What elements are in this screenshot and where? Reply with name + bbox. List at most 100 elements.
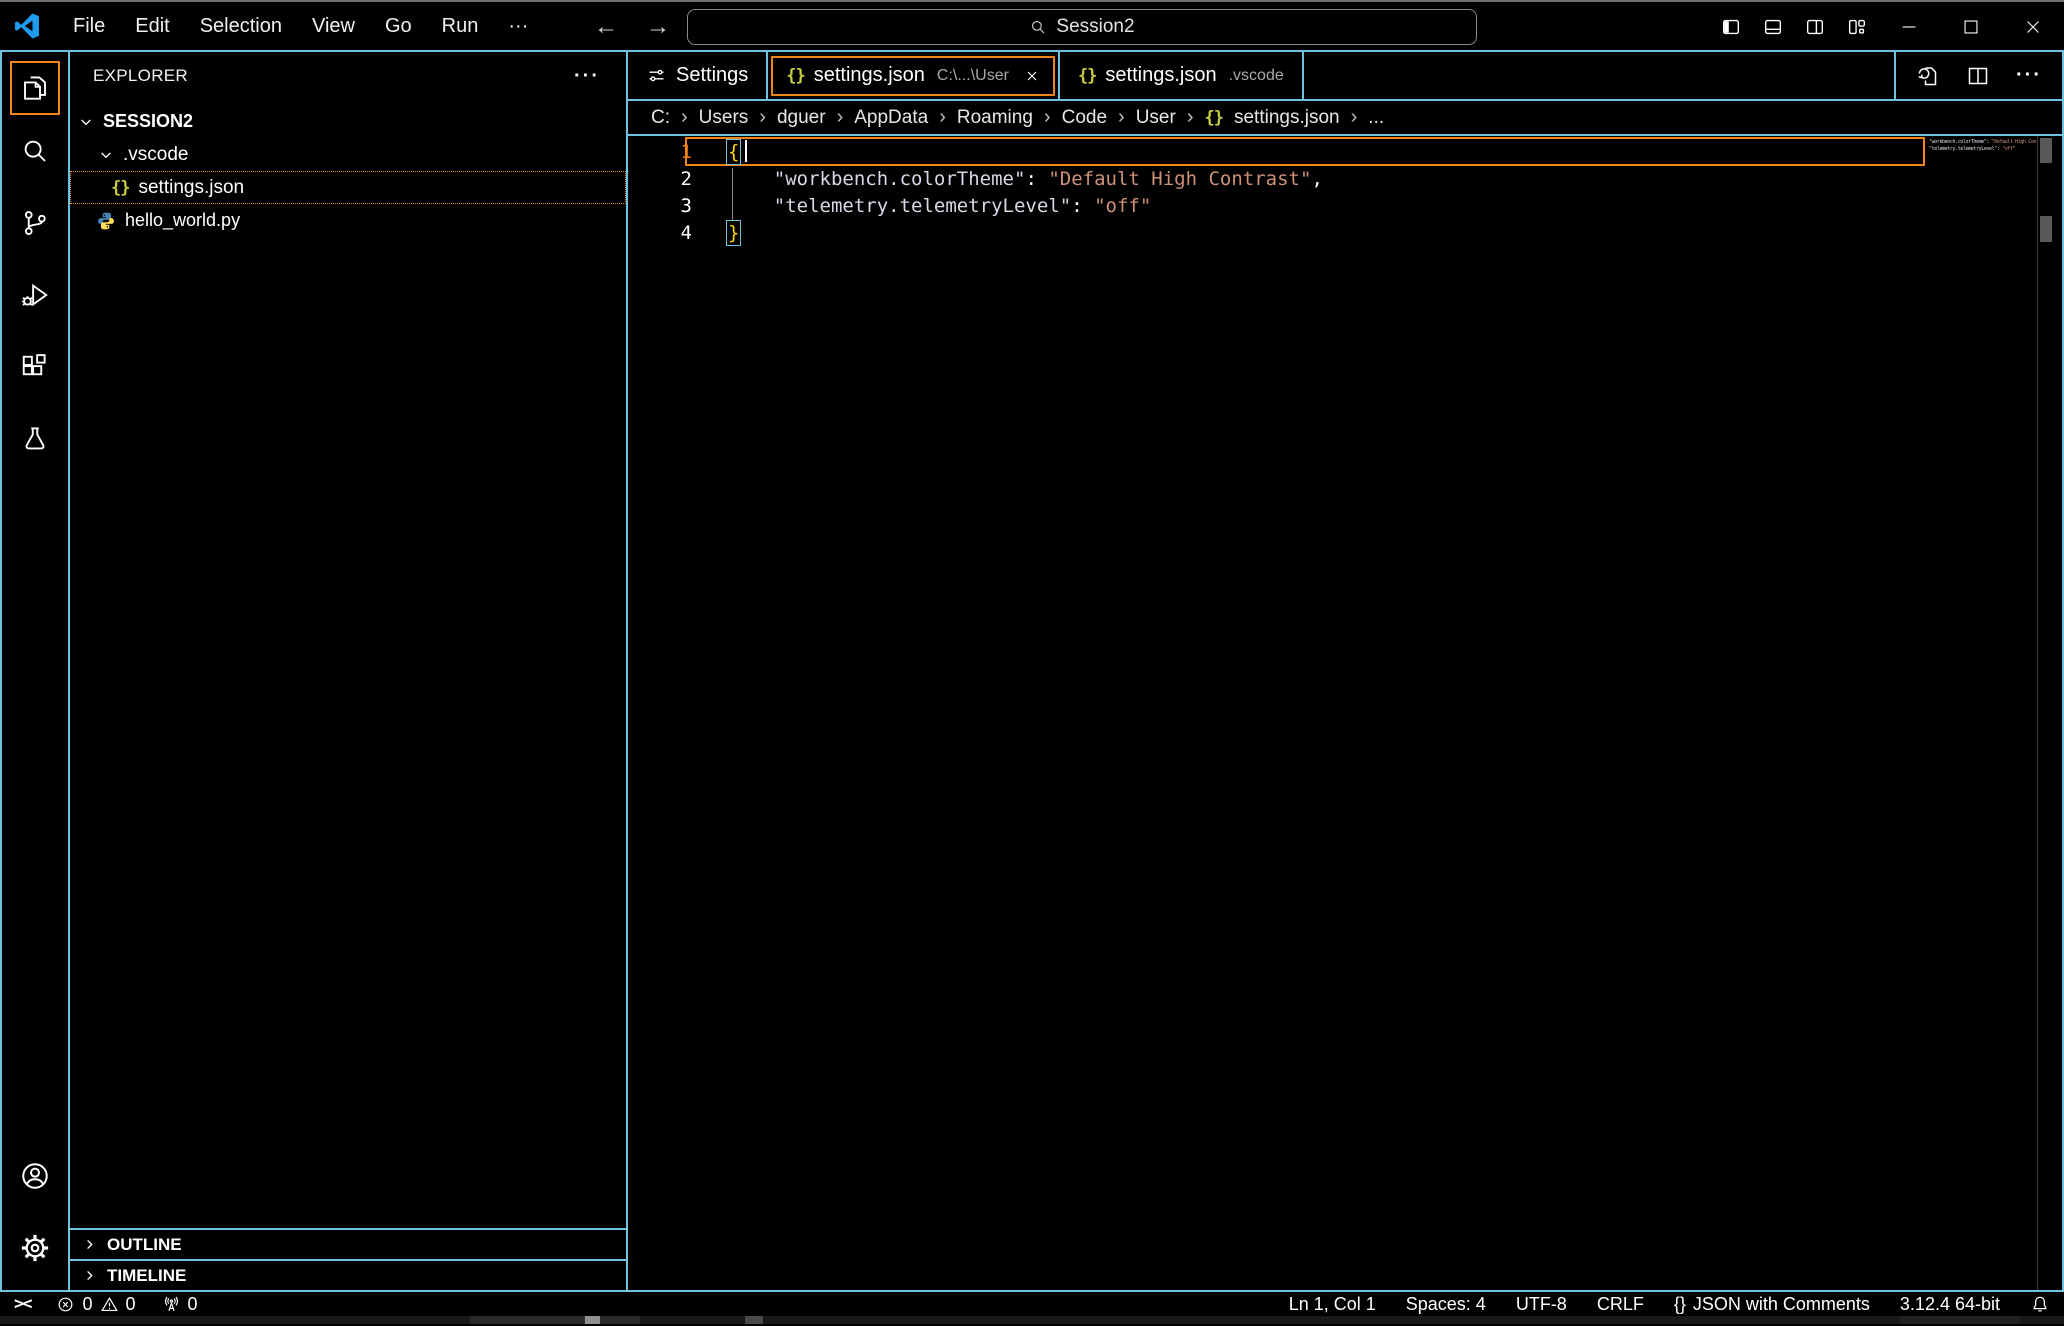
timeline-section-header[interactable]: TIMELINE bbox=[70, 1259, 626, 1290]
tab-settings-json-vscode[interactable]: {} settings.json .vscode bbox=[1060, 52, 1304, 99]
scrollbar-thumb[interactable] bbox=[2040, 138, 2052, 163]
open-changes-button[interactable] bbox=[1916, 64, 1940, 88]
activity-testing-button[interactable] bbox=[2, 403, 68, 475]
command-center-search[interactable]: Session2 bbox=[687, 9, 1477, 45]
eol-button[interactable]: CRLF bbox=[1597, 1294, 1644, 1315]
sidebar-title: EXPLORER bbox=[93, 66, 188, 86]
close-brace-token: } bbox=[728, 222, 739, 244]
cursor-position-button[interactable]: Ln 1, Col 1 bbox=[1289, 1294, 1376, 1315]
warning-count: 0 bbox=[126, 1294, 136, 1315]
notifications-bell-button[interactable] bbox=[2030, 1294, 2050, 1314]
encoding-button[interactable]: UTF-8 bbox=[1516, 1294, 1567, 1315]
manage-settings-button[interactable] bbox=[2, 1212, 68, 1284]
close-window-button[interactable] bbox=[2002, 2, 2064, 52]
beaker-icon bbox=[20, 424, 50, 454]
title-bar: File Edit Selection View Go Run ··· ← → … bbox=[0, 2, 2064, 52]
files-icon bbox=[20, 73, 50, 103]
json-braces-icon: {} bbox=[1674, 1294, 1686, 1315]
toggle-panel-button[interactable] bbox=[1752, 2, 1794, 52]
tree-item-vscode-folder[interactable]: .vscode bbox=[70, 138, 626, 171]
breadcrumb-item[interactable]: Roaming bbox=[957, 107, 1033, 129]
back-button[interactable]: ← bbox=[594, 13, 618, 41]
section-label: TIMELINE bbox=[107, 1266, 186, 1286]
language-mode-button[interactable]: {} JSON with Comments bbox=[1674, 1294, 1870, 1315]
breadcrumb-separator: › bbox=[681, 106, 688, 129]
tree-item-settings-json[interactable]: {} settings.json bbox=[70, 171, 626, 204]
breadcrumb-separator: › bbox=[1118, 106, 1125, 129]
breadcrumb-item[interactable]: C: bbox=[651, 107, 670, 129]
activity-search-button[interactable] bbox=[2, 115, 68, 187]
tab-settings-json-user[interactable]: {} settings.json C:\...\User bbox=[768, 52, 1060, 99]
error-count: 0 bbox=[82, 1294, 92, 1315]
json-file-icon: {} bbox=[786, 66, 804, 86]
ports-count: 0 bbox=[188, 1294, 198, 1315]
error-icon bbox=[56, 1295, 75, 1314]
minimap[interactable]: "workbench.colorTheme": "Default High Co… bbox=[1924, 136, 2036, 1290]
history-nav: ← → bbox=[594, 2, 670, 52]
line-number: 1 bbox=[628, 139, 692, 166]
json-file-icon: {} bbox=[1204, 108, 1222, 128]
code-line-3[interactable]: 3 "telemetry.telemetryLevel": "off" bbox=[628, 193, 2062, 220]
json-file-icon: {} bbox=[111, 178, 129, 198]
code-line-4[interactable]: 4} bbox=[628, 220, 2062, 247]
forward-button[interactable]: → bbox=[646, 13, 670, 41]
python-interpreter-button[interactable]: 3.12.4 64-bit bbox=[1900, 1294, 2000, 1315]
gear-icon bbox=[20, 1233, 50, 1263]
code-line-1[interactable]: 1{ bbox=[628, 139, 2062, 166]
accounts-button[interactable] bbox=[2, 1140, 68, 1212]
code-editor[interactable]: 1{ 2 "workbench.colorTheme": "Default Hi… bbox=[628, 136, 2062, 1290]
activity-explorer-button[interactable] bbox=[10, 61, 60, 115]
property-token: "workbench.colorTheme" bbox=[774, 168, 1026, 190]
breadcrumb-item[interactable]: Code bbox=[1062, 107, 1107, 129]
menu-selection[interactable]: Selection bbox=[185, 15, 297, 38]
string-token: "off" bbox=[1094, 195, 1151, 217]
remote-indicator-button[interactable]: >< bbox=[14, 1294, 30, 1314]
open-brace-token: { bbox=[728, 141, 739, 163]
problems-button[interactable]: 0 0 bbox=[56, 1294, 135, 1315]
breadcrumb-item[interactable]: Users bbox=[699, 107, 749, 129]
menu-go[interactable]: Go bbox=[370, 15, 427, 38]
tab-settings[interactable]: Settings bbox=[628, 52, 768, 99]
toggle-primary-sidebar-button[interactable] bbox=[1710, 2, 1752, 52]
source-control-branch-icon bbox=[20, 208, 50, 238]
customize-layout-button[interactable] bbox=[1836, 2, 1878, 52]
file-tree: SESSION2 .vscode {} settings.json bbox=[70, 105, 626, 237]
minimize-button[interactable] bbox=[1878, 2, 1940, 52]
activity-run-debug-button[interactable] bbox=[2, 259, 68, 331]
close-tab-button[interactable] bbox=[1024, 68, 1040, 84]
editor-more-actions-button[interactable]: ··· bbox=[2016, 64, 2042, 87]
ports-button[interactable]: 0 bbox=[162, 1294, 198, 1315]
account-icon bbox=[19, 1160, 51, 1192]
menu-run[interactable]: Run bbox=[427, 15, 494, 38]
taskbar-segment bbox=[585, 1316, 600, 1324]
json-file-icon: {} bbox=[1078, 66, 1096, 86]
scrollbar-decoration[interactable] bbox=[2040, 216, 2052, 242]
indentation-button[interactable]: Spaces: 4 bbox=[1406, 1294, 1486, 1315]
menu-file[interactable]: File bbox=[58, 15, 120, 38]
tree-item-hello-world-py[interactable]: hello_world.py bbox=[70, 204, 626, 237]
breadcrumb-file[interactable]: settings.json bbox=[1234, 107, 1340, 129]
outline-section-header[interactable]: OUTLINE bbox=[70, 1228, 626, 1259]
breadcrumb-item[interactable]: User bbox=[1136, 107, 1176, 129]
activity-extensions-button[interactable] bbox=[2, 331, 68, 403]
breadcrumb-item[interactable]: AppData bbox=[854, 107, 928, 129]
scrollbar-divider bbox=[2037, 136, 2038, 1290]
activity-source-control-button[interactable] bbox=[2, 187, 68, 259]
run-and-debug-icon bbox=[20, 280, 50, 310]
section-label: OUTLINE bbox=[107, 1235, 182, 1255]
breadcrumb-symbol-tail[interactable]: ... bbox=[1368, 107, 1384, 129]
breadcrumb-item[interactable]: dguer bbox=[777, 107, 826, 129]
menu-edit[interactable]: Edit bbox=[120, 15, 184, 38]
menu-view[interactable]: View bbox=[297, 15, 370, 38]
code-line-2[interactable]: 2 "workbench.colorTheme": "Default High … bbox=[628, 166, 2062, 193]
property-token: "telemetry.telemetryLevel" bbox=[774, 195, 1071, 217]
tree-item-session2[interactable]: SESSION2 bbox=[70, 105, 626, 138]
explorer-more-actions-button[interactable]: ··· bbox=[574, 65, 600, 88]
menu-more-button[interactable]: ··· bbox=[493, 15, 543, 38]
breadcrumbs: C: › Users › dguer › AppData › Roaming ›… bbox=[628, 101, 2062, 136]
extensions-icon bbox=[20, 352, 50, 382]
sidebar-header: EXPLORER ··· bbox=[70, 52, 626, 100]
toggle-secondary-sidebar-button[interactable] bbox=[1794, 2, 1836, 52]
maximize-button[interactable] bbox=[1940, 2, 2002, 52]
split-editor-button[interactable] bbox=[1966, 64, 1990, 88]
